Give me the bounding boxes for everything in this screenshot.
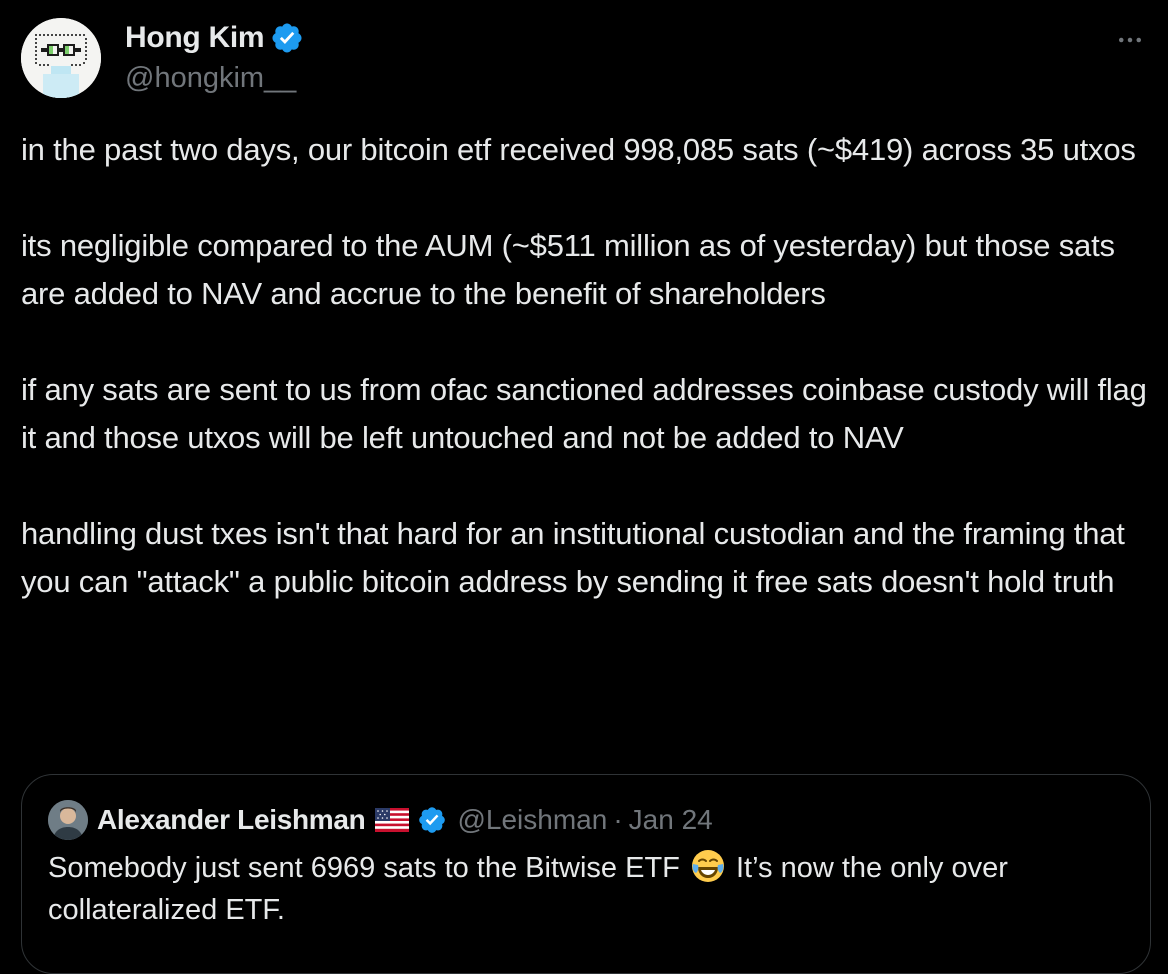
- quoted-author-name[interactable]: Alexander Leishman: [97, 804, 366, 836]
- person-photo-icon: [48, 800, 88, 840]
- more-options-button[interactable]: [1112, 22, 1148, 58]
- quoted-text-part: Somebody just sent 6969 sats to the Bitw…: [48, 852, 680, 884]
- face-with-tears-of-joy-icon: [690, 848, 726, 884]
- author-avatar[interactable]: [21, 18, 101, 98]
- quoted-author-avatar[interactable]: [48, 800, 88, 840]
- verified-badge-icon[interactable]: [417, 805, 447, 835]
- tweet-paragraph: if any sats are sent to us from ofac san…: [21, 372, 1147, 455]
- quoted-tweet-card[interactable]: Alexander Leishman @Leishman · Jan 24 So…: [21, 774, 1151, 974]
- us-flag-icon: [375, 808, 410, 832]
- more-horizontal-icon: [1119, 37, 1141, 43]
- verified-badge-icon[interactable]: [270, 21, 304, 55]
- quoted-tweet-header: Alexander Leishman @Leishman · Jan 24: [48, 799, 713, 841]
- tweet-paragraph: its negligible compared to the AUM (~$51…: [21, 228, 1115, 311]
- pixel-art-avatar-icon: [21, 18, 101, 98]
- author-block: Hong Kim @hongkim__: [125, 18, 304, 96]
- tweet-paragraph: handling dust txes isn't that hard for a…: [21, 516, 1125, 599]
- tweet: Hong Kim @hongkim__ in the past two days…: [0, 0, 1168, 974]
- quoted-tweet-text: Somebody just sent 6969 sats to the Bitw…: [48, 847, 1128, 931]
- quoted-tweet-date[interactable]: Jan 24: [629, 804, 713, 836]
- tweet-paragraph: in the past two days, our bitcoin etf re…: [21, 132, 1136, 167]
- quoted-author-handle[interactable]: @Leishman: [457, 804, 607, 836]
- separator-dot: ·: [613, 804, 623, 835]
- author-name-row: Hong Kim: [125, 18, 304, 58]
- author-handle[interactable]: @hongkim__: [125, 60, 304, 96]
- tweet-text: in the past two days, our bitcoin etf re…: [21, 126, 1151, 606]
- author-display-name[interactable]: Hong Kim: [125, 21, 265, 55]
